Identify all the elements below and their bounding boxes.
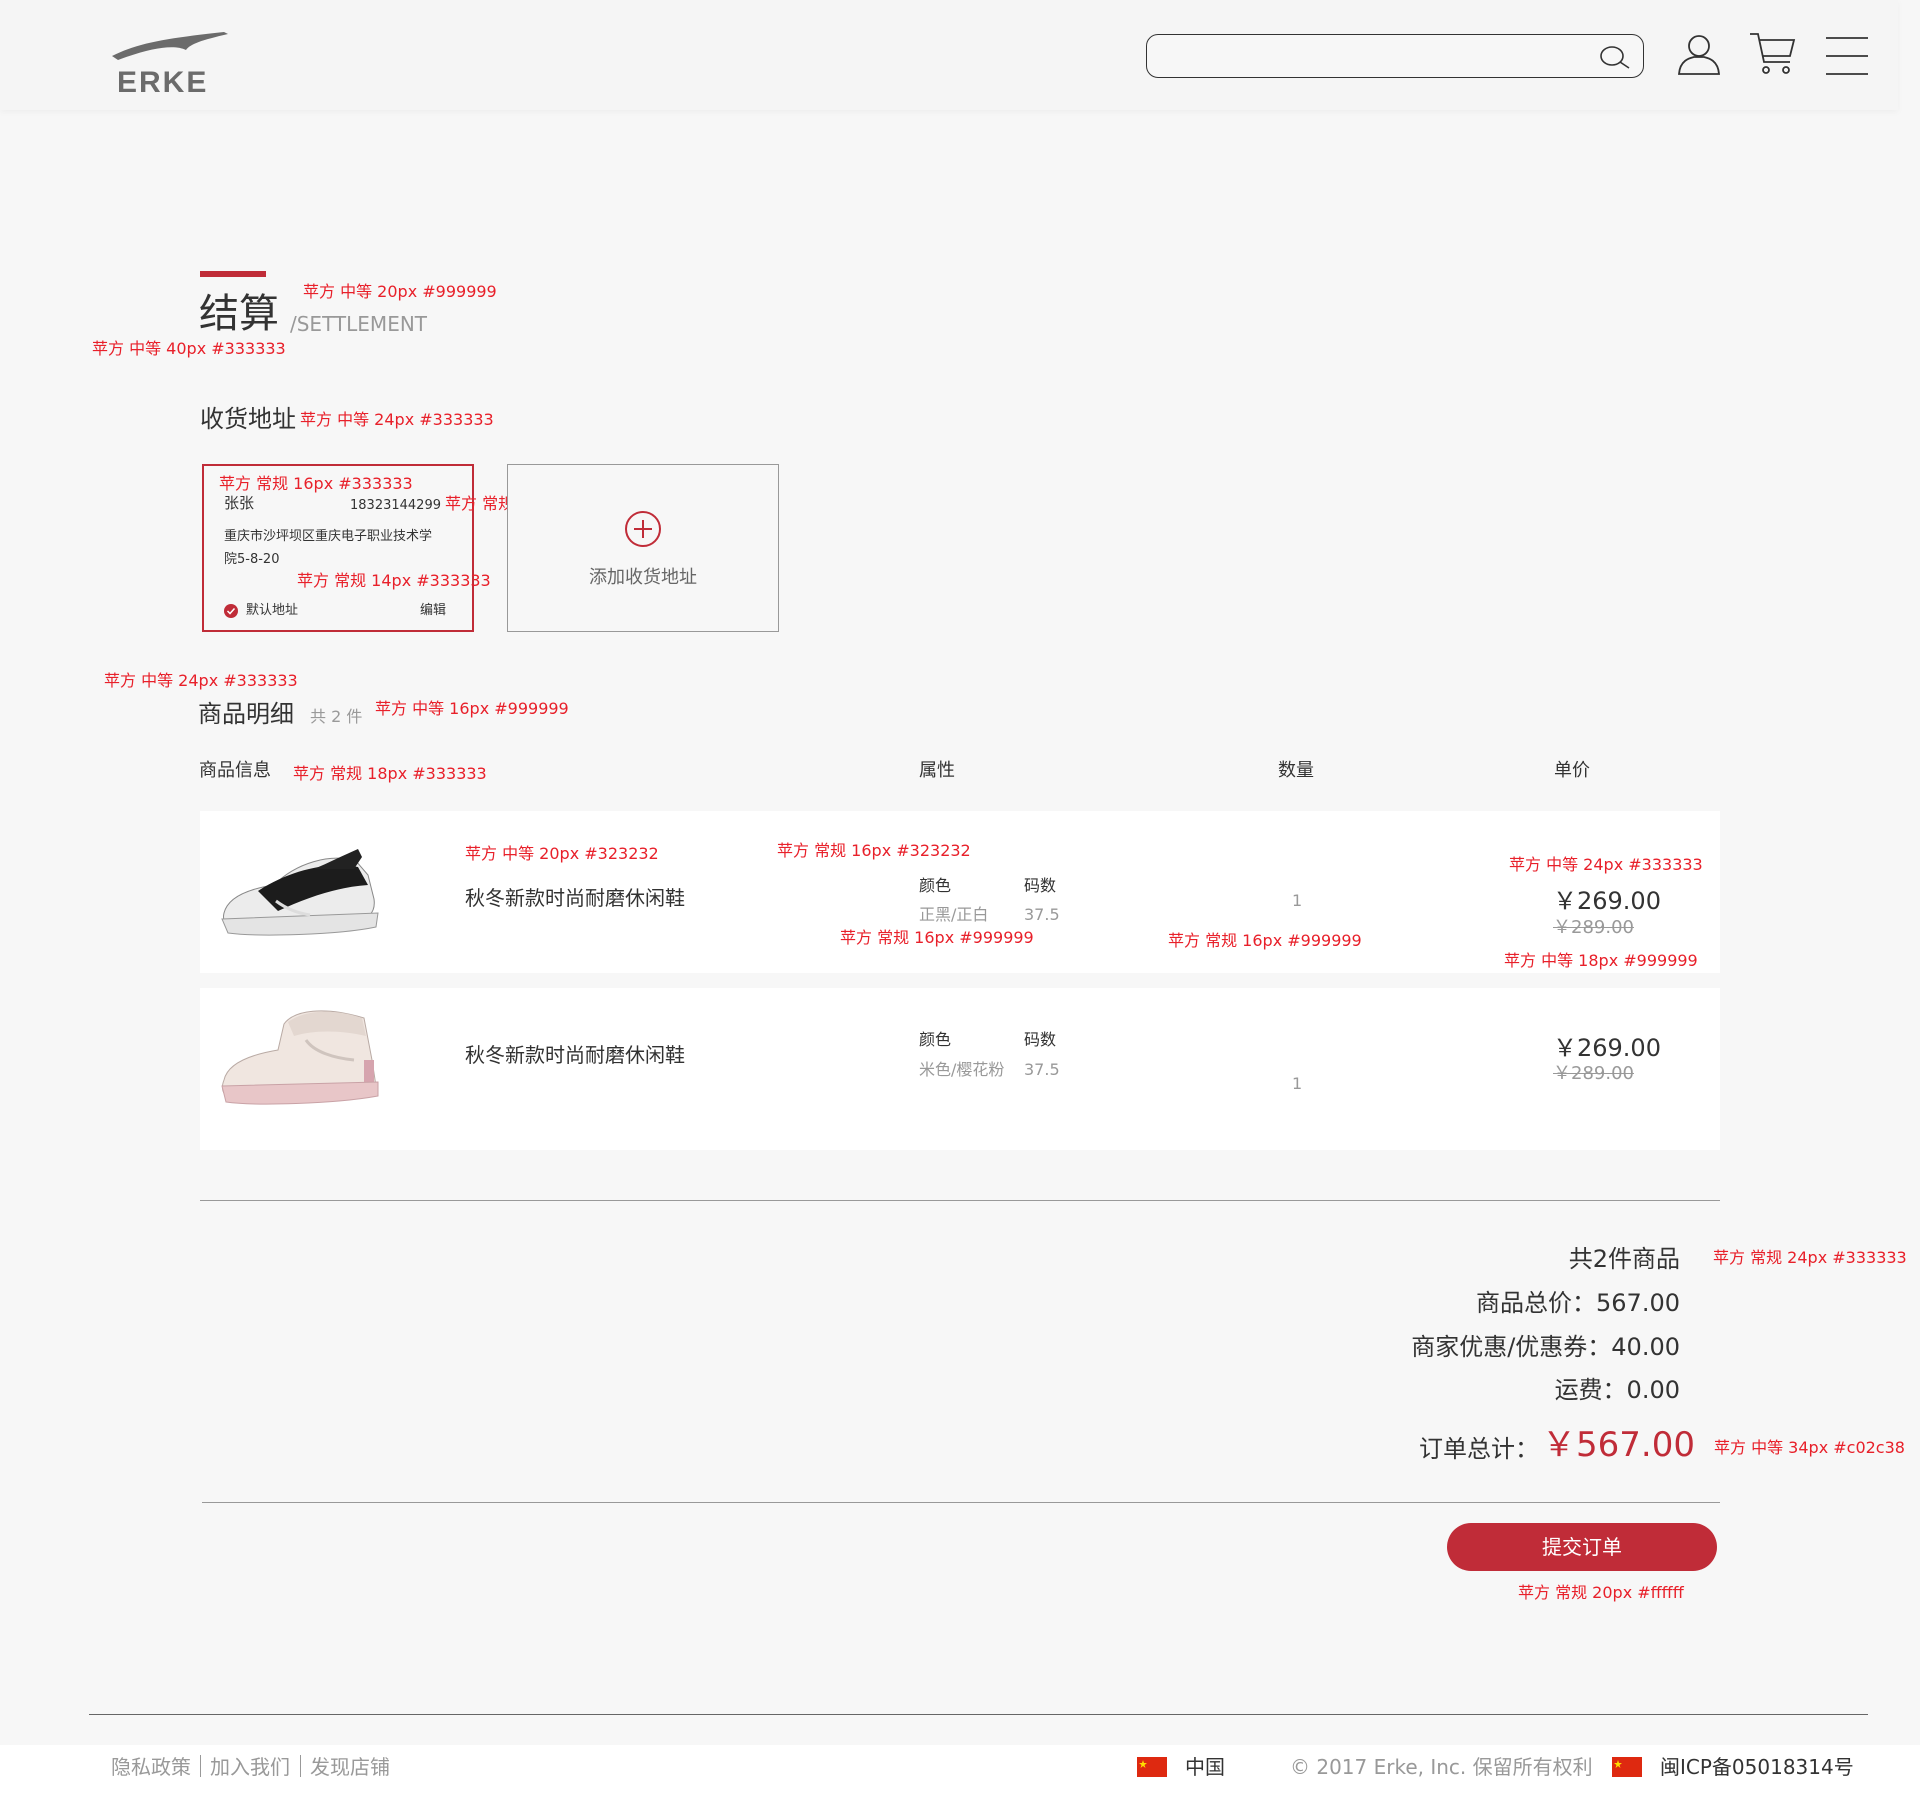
attr-size-value: 37.5	[1024, 1060, 1060, 1079]
column-header-qty: 数量	[1278, 760, 1314, 781]
attr-color-label: 颜色	[919, 1030, 952, 1049]
menu-icon[interactable]	[1826, 36, 1868, 76]
logo-text: ERKE	[117, 66, 209, 99]
footer-icp[interactable]: 闽ICP备05018314号	[1660, 1757, 1854, 1777]
attr-color-label: 颜色	[919, 876, 952, 895]
erke-swoosh-icon	[112, 32, 228, 60]
address-phone: 18323144299	[350, 498, 441, 513]
address-section-title: 收货地址	[200, 405, 296, 433]
annotation: 苹方 中等 24px #333333	[104, 671, 298, 690]
product-name[interactable]: 秋冬新款时尚耐磨休闲鞋	[465, 888, 685, 908]
annotation: 苹方 常规 18px #333333	[293, 764, 487, 783]
attr-color-value: 正黑/正白	[919, 905, 989, 924]
divider	[200, 1200, 1720, 1201]
annotation: 苹方 中等 18px #999999	[1504, 951, 1698, 970]
original-price: ￥289.00	[1553, 917, 1634, 938]
annotation: 苹方 中等 40px #333333	[92, 339, 286, 358]
product-image[interactable]	[218, 841, 388, 941]
summary-subtotal: 商品总价：567.00	[1476, 1289, 1680, 1317]
original-price: ￥289.00	[1553, 1063, 1634, 1084]
attr-color-value: 米色/樱花粉	[919, 1060, 1005, 1079]
china-flag-icon	[1612, 1757, 1642, 1777]
summary-shipping: 运费：0.00	[1554, 1376, 1680, 1404]
footer-copyright: © 2017 Erke, Inc. 保留所有权利	[1290, 1755, 1593, 1779]
footer-link-join[interactable]: 加入我们	[210, 1757, 290, 1777]
annotation: 苹方 常规 16px #323232	[777, 841, 971, 860]
plus-circle-icon[interactable]	[625, 511, 661, 547]
annotation: 苹方 常规 16px #999999	[1168, 931, 1362, 950]
check-circle-icon	[224, 604, 238, 618]
annotation: 苹方 中等 20px #323232	[465, 844, 659, 863]
footer-link-privacy[interactable]: 隐私政策	[111, 1757, 191, 1777]
quantity: 1	[1292, 891, 1303, 910]
annotation: 苹方 中等 24px #333333	[1509, 855, 1703, 874]
china-flag-icon	[1137, 1757, 1167, 1777]
footer-region[interactable]: 中国	[1185, 1757, 1225, 1777]
goods-section-title: 商品明细	[198, 700, 294, 728]
summary-discount: 商家优惠/优惠券：40.00	[1411, 1333, 1680, 1361]
product-name[interactable]: 秋冬新款时尚耐磨休闲鞋	[465, 1045, 685, 1065]
edit-address-link[interactable]: 编辑	[420, 604, 446, 617]
site-footer: 隐私政策 加入我们 发现店铺 中国 © 2017 Erke, Inc. 保留所有…	[0, 1745, 1920, 1813]
cart-icon[interactable]	[1748, 30, 1796, 78]
column-header-attr: 属性	[919, 760, 955, 781]
annotation: 苹方 常规 16px #999999	[840, 928, 1034, 947]
footer-separator	[300, 1755, 301, 1777]
page-subtitle: /SETTLEMENT	[290, 312, 428, 336]
price: ￥269.00	[1553, 1034, 1661, 1062]
page-title: 结算	[199, 291, 279, 337]
title-accent-bar	[200, 271, 266, 277]
annotation: 苹方 常规 14px #333333	[297, 571, 491, 590]
submit-order-button[interactable]: 提交订单	[1447, 1523, 1717, 1571]
footer-separator	[200, 1755, 201, 1777]
annotation: 苹方 中等 34px #c02c38	[1714, 1438, 1905, 1457]
attr-size-label: 码数	[1024, 1030, 1057, 1049]
table-row[interactable]: 秋冬新款时尚耐磨休闲鞋 颜色 码数 正黑/正白 37.5 1 ￥269.00 ￥…	[200, 811, 1720, 973]
goods-count: 共 2 件	[310, 707, 363, 726]
add-address-card[interactable]: 添加收货地址	[507, 464, 779, 632]
add-address-label: 添加收货地址	[589, 567, 697, 588]
annotation: 苹方 常规 20px #ffffff	[1518, 1583, 1684, 1602]
erke-logo[interactable]: ERKE	[110, 30, 230, 99]
address-name: 张张	[224, 494, 255, 512]
annotation: 苹方 常规 16px #333333	[219, 474, 413, 493]
column-header-info: 商品信息	[199, 760, 271, 781]
footer-divider	[89, 1714, 1868, 1715]
column-header-price: 单价	[1554, 760, 1590, 781]
price: ￥269.00	[1553, 887, 1661, 915]
user-icon[interactable]	[1676, 30, 1722, 78]
site-header: ERKE	[0, 0, 1898, 110]
default-address-label: 默认地址	[246, 603, 299, 618]
order-total-label: 订单总计：	[1419, 1435, 1539, 1463]
attr-size-value: 37.5	[1024, 905, 1060, 924]
annotation: 苹方 中等 20px #999999	[303, 282, 497, 301]
search-box[interactable]	[1146, 34, 1644, 78]
search-input[interactable]	[1161, 41, 1585, 73]
annotation: 苹方 中等 16px #999999	[375, 699, 569, 718]
search-icon[interactable]	[1599, 43, 1631, 71]
quantity: 1	[1292, 1074, 1303, 1093]
address-line-1: 重庆市沙坪坝区重庆电子职业技术学	[224, 529, 433, 544]
product-image[interactable]	[214, 1000, 389, 1110]
order-total-value: ￥567.00	[1542, 1425, 1695, 1465]
footer-link-stores[interactable]: 发现店铺	[310, 1757, 390, 1777]
table-row[interactable]: 秋冬新款时尚耐磨休闲鞋 颜色 码数 米色/樱花粉 37.5 1 ￥269.00 …	[200, 988, 1720, 1150]
annotation: 苹方 中等 24px #333333	[300, 410, 494, 429]
summary-item-count: 共2件商品	[1568, 1245, 1680, 1273]
attr-size-label: 码数	[1024, 876, 1057, 895]
address-line-2: 院5-8-20	[224, 552, 280, 567]
annotation: 苹方 常规 24px #333333	[1713, 1248, 1907, 1267]
divider	[202, 1502, 1720, 1503]
